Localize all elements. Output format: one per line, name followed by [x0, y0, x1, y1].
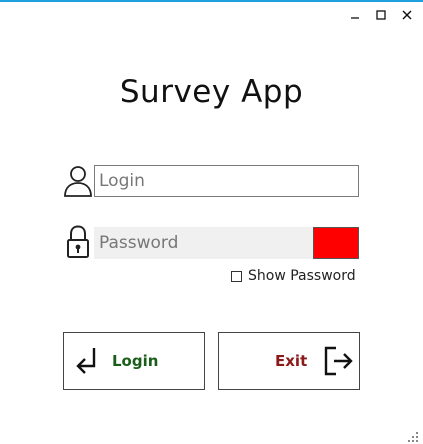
show-password-checkbox[interactable]	[231, 270, 242, 282]
resize-grip[interactable]	[407, 428, 419, 442]
exit-button[interactable]: Exit	[218, 332, 360, 390]
user-icon	[62, 164, 94, 198]
app-title: Survey App	[119, 74, 304, 110]
password-error-indicator	[313, 227, 359, 259]
maximize-icon[interactable]	[373, 8, 389, 22]
login-window: Survey App Show Password Login	[0, 0, 423, 444]
show-password-toggle[interactable]: Show Password	[231, 268, 356, 284]
show-password-label: Show Password	[248, 268, 356, 284]
minimize-icon[interactable]	[347, 8, 363, 22]
lock-icon	[64, 224, 92, 260]
exit-button-label: Exit	[275, 352, 308, 370]
password-input[interactable]	[94, 227, 313, 259]
window-controls	[347, 8, 415, 22]
enter-arrow-icon	[74, 346, 100, 380]
login-input[interactable]	[94, 165, 359, 197]
exit-door-icon	[323, 345, 355, 381]
login-button[interactable]: Login	[63, 332, 205, 390]
login-button-label: Login	[112, 352, 159, 370]
close-icon[interactable]	[399, 8, 415, 22]
